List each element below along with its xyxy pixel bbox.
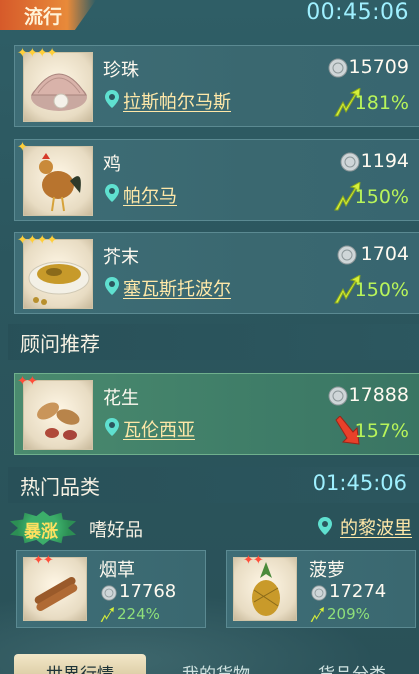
- rarity-stars: ✦✦: [17, 374, 38, 389]
- rooster-icon: [23, 146, 93, 216]
- pearl-oyster-icon: [23, 52, 93, 122]
- location-pin-icon: [105, 90, 119, 108]
- price-change: 224%: [117, 605, 160, 623]
- item-price: 1704: [360, 243, 409, 265]
- item-name: 鸡: [103, 154, 121, 175]
- item-name: 芥末: [103, 247, 139, 268]
- advisor-item-card[interactable]: ✦✦ 花生 瓦伦西亚 17888 157%: [14, 373, 419, 455]
- tab-world-market[interactable]: 世界行情: [14, 654, 146, 674]
- peanuts-icon: [23, 380, 93, 450]
- surge-badge: 暴涨: [10, 511, 76, 545]
- category-item-card[interactable]: ✦✦ 烟草 17768 224%: [16, 550, 206, 628]
- item-name: 菠萝: [309, 560, 345, 581]
- section-title: 顾问推荐: [20, 332, 100, 356]
- price-change: 157%: [354, 420, 409, 442]
- mustard-plate-icon: [23, 239, 93, 309]
- section-title: 热门品类: [20, 475, 100, 499]
- surge-badge-label: 暴涨: [24, 522, 58, 542]
- location-pin-icon: [318, 517, 332, 535]
- item-price: 17888: [348, 384, 409, 406]
- trending-item-card[interactable]: ✦✦✦✦ 珍珠 拉斯帕尔马斯 15709 181%: [14, 45, 419, 127]
- location-link[interactable]: 瓦伦西亚: [123, 416, 195, 442]
- trending-tag: 流行: [0, 0, 96, 30]
- location-link[interactable]: 塞瓦斯托波尔: [123, 275, 231, 301]
- price-change: 209%: [327, 605, 370, 623]
- location-pin-icon: [105, 277, 119, 295]
- item-name: 花生: [103, 388, 139, 409]
- tab-goods-category[interactable]: 货品分类: [286, 654, 418, 674]
- bottom-tabs: 世界行情 我的货物 货品分类: [0, 648, 419, 674]
- location-pin-icon: [105, 418, 119, 436]
- category-name: 嗜好品: [89, 520, 143, 541]
- rarity-stars: ✦✦: [33, 553, 54, 568]
- item-price: 17274: [329, 581, 387, 602]
- price-up-arrow-icon: [100, 607, 114, 622]
- location-pin-icon: [105, 184, 119, 202]
- coin-icon: [337, 245, 357, 265]
- trending-item-card[interactable]: ✦✦✦✦ 芥末 塞瓦斯托波尔 1704 150%: [14, 232, 419, 314]
- coin-icon: [101, 585, 117, 601]
- category-item-card[interactable]: ✦✦ 菠萝 17274 209%: [226, 550, 416, 628]
- price-up-arrow-icon: [310, 607, 324, 622]
- price-change: 181%: [354, 92, 409, 114]
- item-price: 17768: [119, 581, 177, 602]
- item-name: 烟草: [99, 560, 135, 581]
- price-change: 150%: [354, 186, 409, 208]
- category-timer: 01:45:06: [312, 471, 407, 495]
- hot-category-section-header: 热门品类 01:45:06: [8, 467, 419, 503]
- location-link[interactable]: 帕尔马: [123, 182, 177, 208]
- trending-tag-label: 流行: [24, 6, 63, 28]
- rarity-stars: ✦✦✦✦: [17, 46, 58, 61]
- coin-icon: [328, 386, 348, 406]
- coin-icon: [340, 152, 360, 172]
- item-name: 珍珠: [103, 60, 139, 81]
- coin-icon: [328, 58, 348, 78]
- category-city-link[interactable]: 的黎波里: [340, 514, 412, 540]
- price-change: 150%: [354, 279, 409, 301]
- location-link[interactable]: 拉斯帕尔马斯: [123, 88, 231, 114]
- coin-icon: [311, 585, 327, 601]
- advisor-section-header: 顾问推荐: [8, 324, 419, 360]
- rarity-stars: ✦✦: [243, 553, 264, 568]
- rarity-stars: ✦✦✦✦: [17, 233, 58, 248]
- item-price: 1194: [360, 150, 409, 172]
- refresh-timer: 00:45:06: [306, 0, 409, 25]
- header-bar: 流行 00:45:06: [0, 0, 419, 30]
- item-price: 15709: [348, 56, 409, 78]
- tab-my-goods[interactable]: 我的货物: [150, 654, 282, 674]
- rarity-stars: ✦: [17, 140, 28, 155]
- trending-item-card[interactable]: ✦ 鸡 帕尔马 1194 150%: [14, 139, 419, 221]
